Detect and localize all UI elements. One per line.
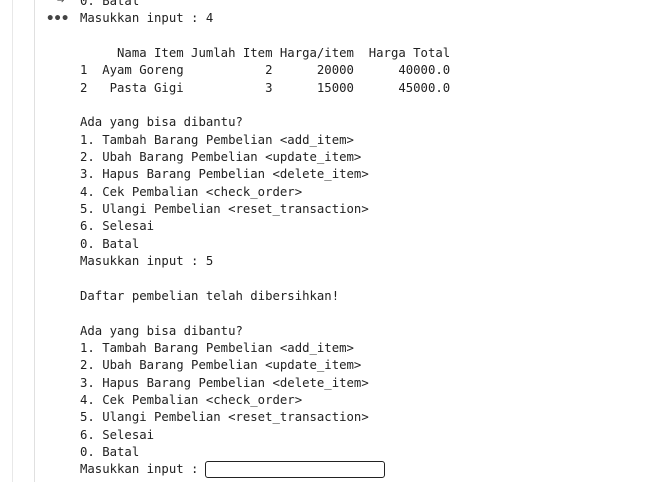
menu-item: 4. Cek Pembalian <check_order>: [80, 184, 303, 199]
menu-item: 6. Selesai: [80, 427, 155, 442]
output-line: Masukkan input : 5: [80, 254, 214, 269]
table-row: 1 Ayam Goreng 2 20000 40000.0: [80, 63, 451, 78]
output-divider: [34, 0, 35, 482]
menu-heading: Ada yang bisa dibantu?: [80, 323, 243, 338]
menu-item: 3. Hapus Barang Pembelian <delete_item>: [80, 167, 369, 182]
menu-item: 2. Ubah Barang Pembelian <update_item>: [80, 150, 362, 165]
gutter-divider: [12, 0, 13, 482]
menu-item: 5. Ulangi Pembelian <reset_transaction>: [80, 202, 369, 217]
output-line: Masukkan input : 4: [80, 11, 214, 26]
table-header: Nama Item Jumlah Item Harga/item Harga T…: [80, 46, 451, 61]
menu-item: 4. Cek Pembalian <check_order>: [80, 392, 303, 407]
menu-item: 5. Ulangi Pembelian <reset_transaction>: [80, 410, 369, 425]
output-line: 0. Batal: [80, 0, 140, 8]
table-row: 2 Pasta Gigi 3 15000 45000.0: [80, 80, 451, 95]
menu-item: 3. Hapus Barang Pembelian <delete_item>: [80, 375, 369, 390]
status-message: Daftar pembelian telah dibersihkan!: [80, 288, 340, 303]
cell-output: 0. Batal Masukkan input : 4 Nama Item Jum…: [80, 0, 450, 479]
input-prompt-label: Masukkan input :: [80, 462, 199, 477]
output-toggle-icon[interactable]: ↪: [56, 0, 64, 8]
menu-item: 1. Tambah Barang Pembelian <add_item>: [80, 340, 354, 355]
menu-heading: Ada yang bisa dibantu?: [80, 115, 243, 130]
menu-item: 0. Batal: [80, 444, 140, 459]
menu-item: 1. Tambah Barang Pembelian <add_item>: [80, 132, 354, 147]
menu-item: 2. Ubah Barang Pembelian <update_item>: [80, 358, 362, 373]
more-horiz-icon[interactable]: •••: [46, 12, 69, 26]
menu-item: 6. Selesai: [80, 219, 155, 234]
input-prompt-line: Masukkan input :: [80, 461, 450, 479]
stdin-input[interactable]: [205, 461, 386, 479]
menu-item: 0. Batal: [80, 236, 140, 251]
